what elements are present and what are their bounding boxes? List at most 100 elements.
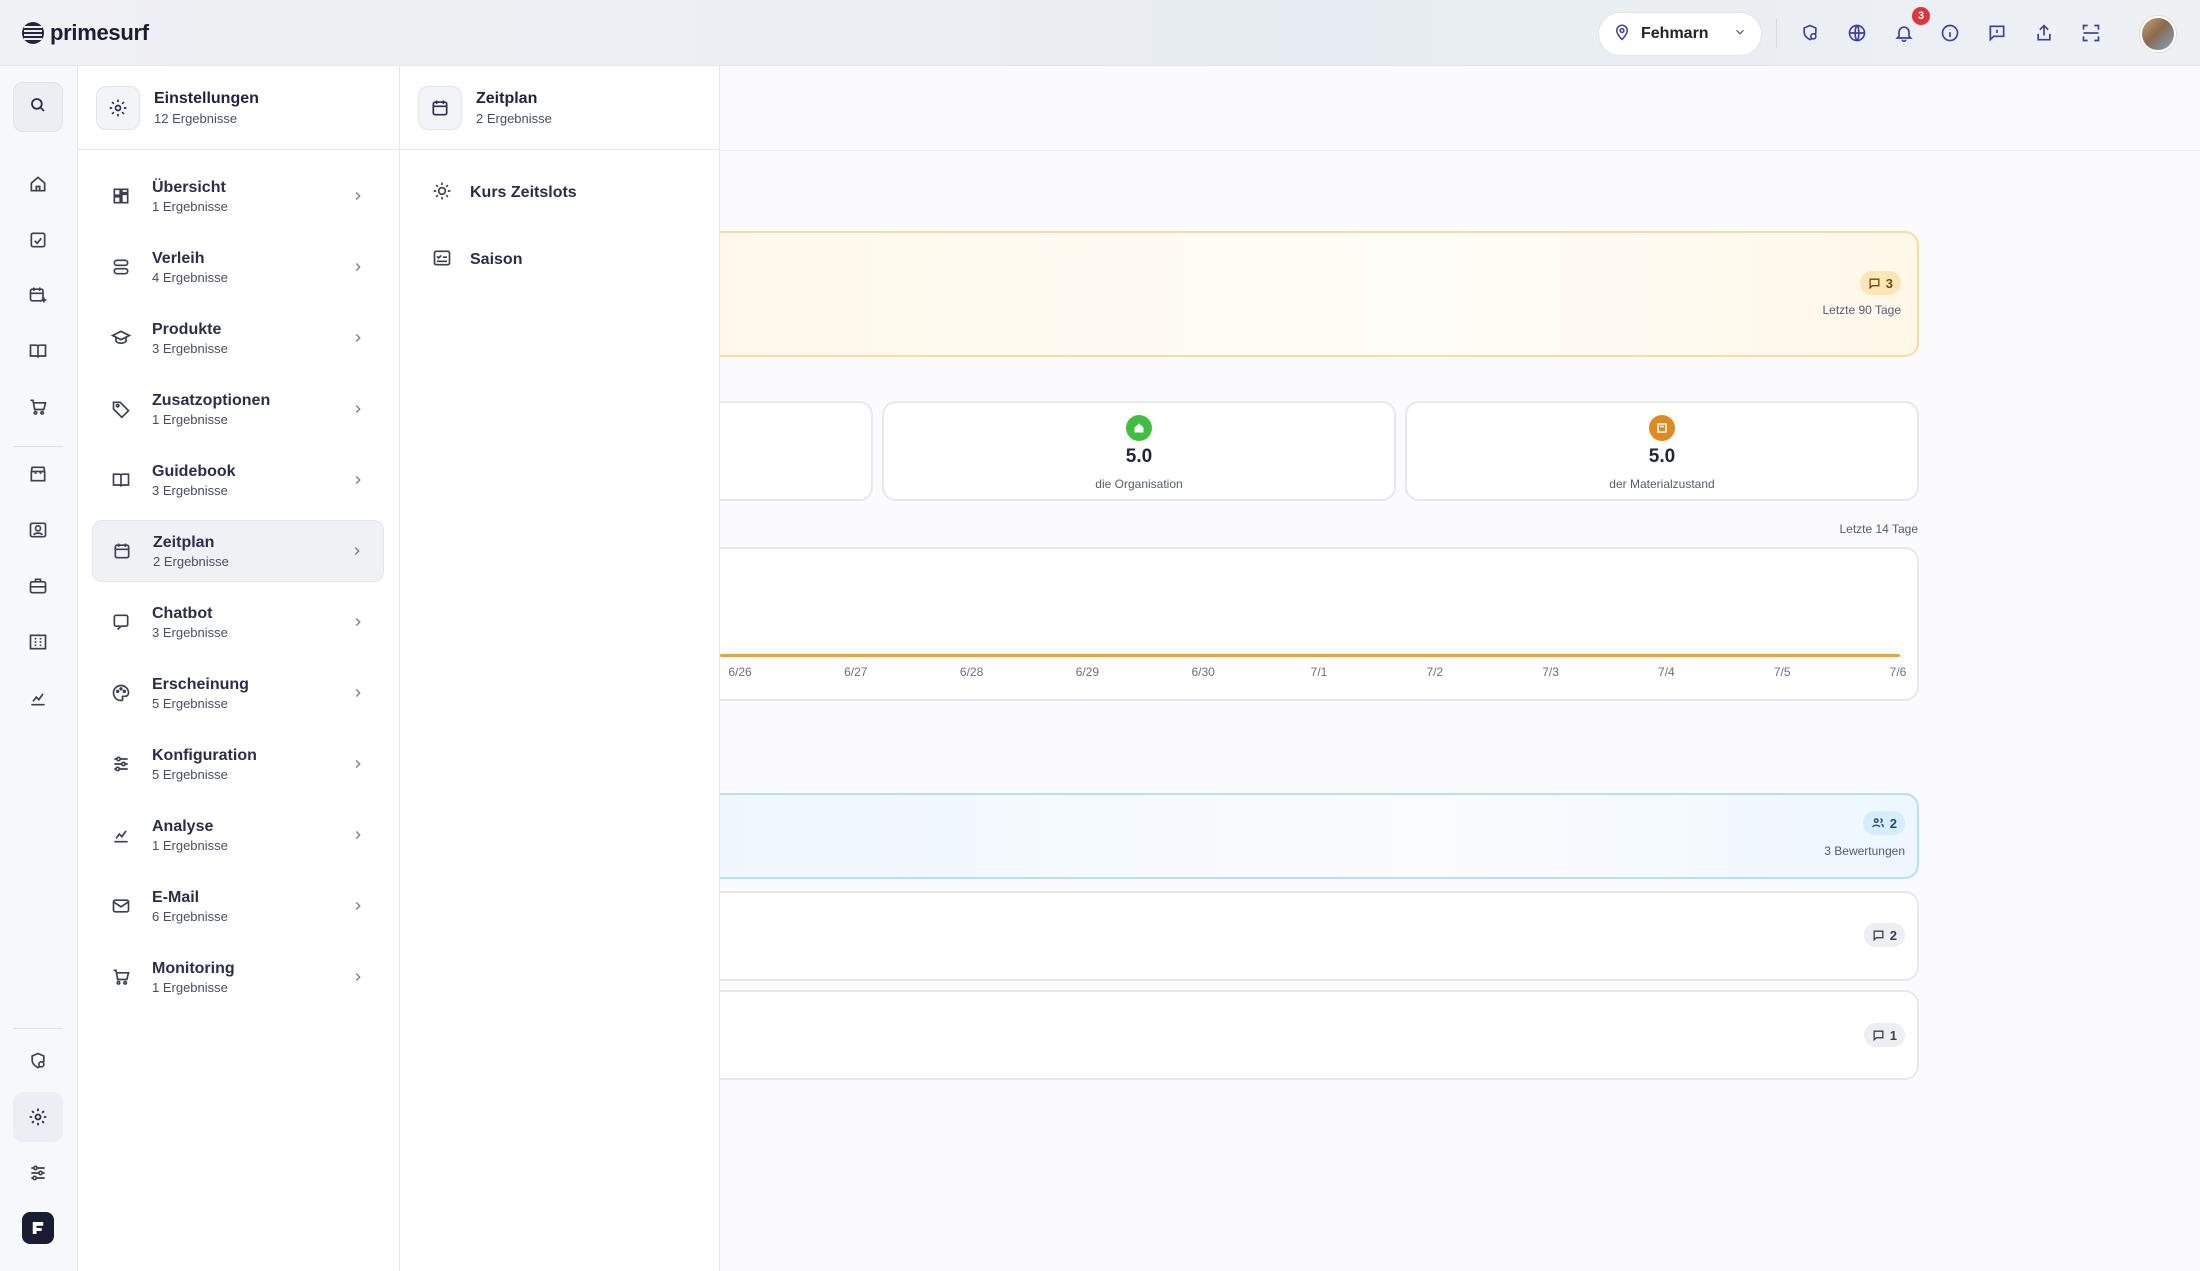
building-icon[interactable] (13, 617, 63, 667)
reviews-card[interactable]: 2 3 Bewertungen (690, 793, 1919, 879)
category-guidebook[interactable]: Guidebook 3 Ergebnisse (92, 449, 384, 511)
book-open-icon (110, 469, 132, 491)
stat-label: der Materialzustand (1609, 477, 1715, 491)
category-konfiguration[interactable]: Konfiguration 5 Ergebnisse (92, 733, 384, 795)
location-select[interactable]: Fehmarn (1598, 12, 1762, 56)
feedback-summary-card[interactable]: 3 Letzte 90 Tage (690, 231, 1919, 357)
result-kurs-zeitslots[interactable]: Kurs Zeitslots (432, 173, 577, 213)
category-zeitplan[interactable]: Zeitplan 2 Ergebnisse (92, 520, 384, 582)
calendar-plus-icon[interactable] (13, 270, 63, 320)
chart-series-line (720, 654, 1900, 657)
clipboard-check-icon[interactable] (13, 215, 63, 265)
app-logo[interactable]: primesurf (22, 20, 149, 46)
box-icon (1649, 415, 1675, 441)
x-tick-label: 7/2 (1426, 665, 1444, 679)
chevron-right-icon (347, 544, 367, 558)
chevron-right-icon (348, 899, 368, 913)
home-icon[interactable] (13, 159, 63, 209)
info-icon[interactable] (1937, 20, 1963, 46)
chevron-right-icon (348, 615, 368, 629)
category-title: Guidebook (152, 462, 236, 480)
x-tick-label: 7/1 (1310, 665, 1328, 679)
stat-label: die Organisation (1095, 477, 1183, 491)
sliders-icon (110, 753, 132, 775)
globe-icon[interactable] (1844, 20, 1870, 46)
chevron-right-icon (348, 757, 368, 771)
stack-icon (110, 256, 132, 278)
comment-card[interactable]: 1 (690, 990, 1919, 1080)
category-count: 5 Ergebnisse (152, 695, 228, 711)
zeitplan-panel-header: Zeitplan 2 Ergebnisse (400, 66, 719, 150)
chevron-right-icon (348, 473, 368, 487)
panel-subtitle: 2 Ergebnisse (476, 110, 552, 126)
category-count: 1 Ergebnisse (152, 979, 228, 995)
feedback-count-pill: 3 (1859, 271, 1901, 295)
cart-icon (110, 966, 132, 988)
icon-rail (0, 66, 78, 1271)
analytics-icon (110, 824, 132, 846)
category--bersicht[interactable]: Übersicht 1 Ergebnisse (92, 165, 384, 227)
result-saison[interactable]: Saison (432, 240, 522, 280)
users-icon (1871, 818, 1884, 828)
comment-count: 2 (1889, 927, 1897, 943)
category-produkte[interactable]: Produkte 3 Ergebnisse (92, 307, 384, 369)
category-count: 2 Ergebnisse (153, 553, 229, 569)
top-bar: primesurf Fehmarn 3 (0, 0, 2200, 66)
settings-panel-header: Einstellungen 12 Ergebnisse (78, 66, 399, 150)
category-count: 5 Ergebnisse (152, 766, 228, 782)
palette-icon (110, 682, 132, 704)
bell-icon[interactable] (1891, 20, 1917, 46)
x-tick-label: 7/4 (1658, 665, 1675, 679)
shield-clock-icon[interactable] (1797, 20, 1823, 46)
result-label: Saison (470, 251, 523, 268)
category-zusatzoptionen[interactable]: Zusatzoptionen 1 Ergebnisse (92, 378, 384, 440)
share-icon[interactable] (2031, 20, 2057, 46)
cart-icon[interactable] (13, 382, 63, 432)
category-title: Chatbot (152, 604, 213, 622)
avatar[interactable] (2140, 16, 2176, 52)
book-open-icon[interactable] (13, 326, 63, 376)
category-count: 3 Ergebnisse (152, 340, 228, 356)
calendar-icon (418, 85, 462, 130)
message-icon[interactable] (1984, 20, 2010, 46)
sliders-icon[interactable] (13, 1148, 63, 1198)
x-tick-label: 6/26 (728, 665, 752, 679)
result-label: Kurs Zeitslots (470, 184, 577, 201)
category-e-mail[interactable]: E-Mail 6 Ergebnisse (92, 875, 384, 937)
chevron-right-icon (348, 331, 368, 345)
category-title: E-Mail (152, 888, 200, 906)
category-title: Produkte (152, 320, 222, 338)
reviews-count: 3 Bewertungen (1824, 844, 1905, 858)
stat-value: 5.0 (1125, 446, 1153, 467)
shield-clock-icon[interactable] (13, 1036, 63, 1086)
category-title: Konfiguration (152, 746, 257, 764)
reviews-users-pill: 2 (1862, 811, 1905, 835)
analytics-icon[interactable] (13, 673, 63, 723)
chevron-right-icon (348, 686, 368, 700)
category-title: Zeitplan (153, 533, 215, 551)
reviews-users-count: 2 (1889, 815, 1897, 831)
comment-card[interactable]: 2 (690, 891, 1919, 981)
category-analyse[interactable]: Analyse 1 Ergebnisse (92, 804, 384, 866)
app-logo-icon[interactable] (22, 1212, 54, 1244)
store-icon[interactable] (13, 449, 63, 499)
app-name: primesurf (50, 20, 149, 45)
stat-card-material: 5.0 der Materialzustand (1405, 401, 1919, 501)
house-icon (1126, 415, 1152, 441)
gear-icon[interactable] (13, 1092, 63, 1142)
feedback-period: Letzte 90 Tage (1822, 303, 1901, 317)
briefcase-icon[interactable] (13, 561, 63, 611)
qr-scan-icon[interactable] (2078, 20, 2104, 46)
search-button[interactable] (13, 82, 63, 132)
x-tick-label: 6/28 (959, 665, 984, 679)
category-verleih[interactable]: Verleih 4 Ergebnisse (92, 236, 384, 298)
gear-icon (96, 85, 140, 130)
settings-search-panel: Einstellungen 12 Ergebnisse Übersicht 1 E… (78, 66, 400, 1271)
category-monitoring[interactable]: Monitoring 1 Ergebnisse (92, 946, 384, 1008)
dashboard-icon (110, 185, 132, 207)
id-card-icon[interactable] (13, 505, 63, 555)
category-chatbot[interactable]: Chatbot 3 Ergebnisse (92, 591, 384, 653)
category-erscheinung[interactable]: Erscheinung 5 Ergebnisse (92, 662, 384, 724)
category-title: Erscheinung (152, 675, 249, 693)
location-value: Fehmarn (1641, 25, 1709, 42)
